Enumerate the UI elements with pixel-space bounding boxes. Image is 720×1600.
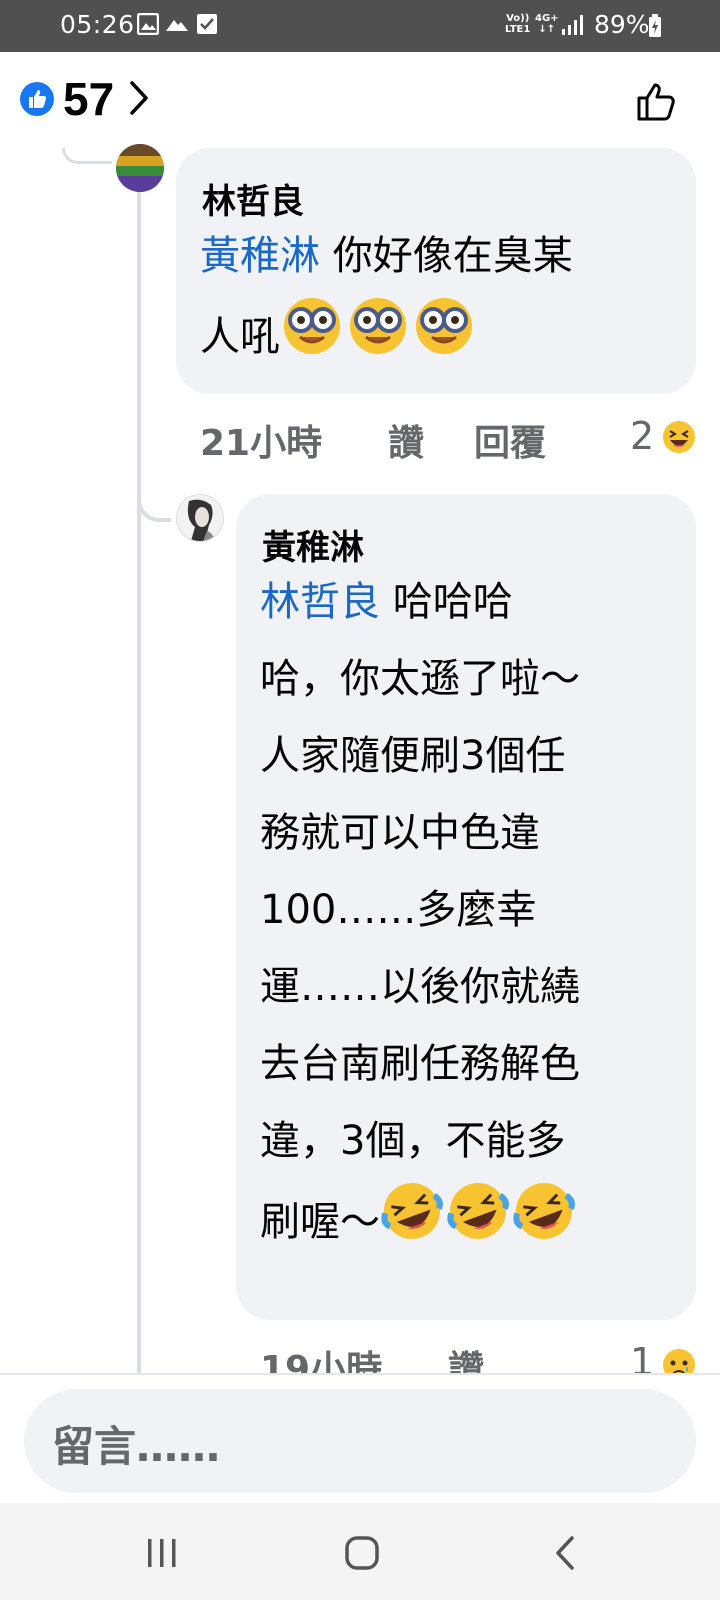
recent-apps-button[interactable] [146, 1539, 178, 1571]
comment-line: 人家隨便刷3個任 [260, 733, 566, 779]
like-reaction-icon [20, 82, 54, 116]
volte-top-text: Vo)) [506, 13, 530, 24]
data-arrows-text: ↓↑ [538, 24, 556, 35]
comment-line-text: 人吼 [200, 314, 280, 360]
thread-connector-reply [137, 488, 171, 522]
comment-line-text: 哈哈哈 [380, 579, 513, 625]
avatar[interactable] [116, 144, 164, 192]
reaction-count[interactable]: 2 [630, 414, 654, 458]
nerd-face-emoji-group [280, 295, 478, 383]
comment-like-button[interactable]: 讚 [388, 414, 424, 466]
comment-input[interactable]: 留言…… [24, 1389, 696, 1493]
comment-reply-button[interactable]: 回覆 [474, 414, 546, 466]
system-nav-bar [0, 1503, 720, 1600]
status-bar: 05:26 Vo)) LTE1 4G+ ↓↑ 89% [0, 0, 720, 52]
chevron-right-icon[interactable] [128, 80, 150, 120]
like-thumb-button[interactable] [636, 79, 680, 127]
rolling-laughing-icon [513, 1183, 575, 1239]
back-button[interactable] [554, 1535, 576, 1575]
comment-line-text: 你好像在臭某 [320, 233, 573, 279]
comment-text: 林哲良 哈哈哈 哈，你太遜了啦～ 人家隨便刷3個任 務就可以中色違 100……多… [260, 564, 690, 1268]
comment-line: 黃稚淋 你好像在臭某 [200, 218, 686, 295]
comment-bubble[interactable]: 林哲良 黃稚淋 你好像在臭某 人吼 [176, 148, 696, 394]
comment-line: 人吼 [200, 295, 686, 383]
nerd-face-icon [350, 298, 406, 354]
comment-line: 100……多麼幸 [260, 887, 537, 933]
comment-bubble[interactable]: 黃稚淋 林哲良 哈哈哈 哈，你太遜了啦～ 人家隨便刷3個任 務就可以中色違 10… [236, 494, 696, 1320]
rolling-laughing-emoji-group [380, 1180, 578, 1268]
signal-icon [561, 13, 585, 41]
check-box-icon [196, 13, 218, 39]
data-indicator: 4G+ ↓↑ [535, 13, 559, 35]
reactions-header: 57 [0, 52, 720, 148]
nerd-face-icon [284, 298, 340, 354]
comment-author[interactable]: 林哲良 [202, 174, 304, 223]
mention-link[interactable]: 黃稚淋 [200, 233, 320, 279]
like-count[interactable]: 57 [63, 72, 114, 126]
comment-line: 務就可以中色違 [260, 810, 540, 856]
comment-line: 刷喔～ [260, 1180, 690, 1268]
mountain-icon [165, 13, 189, 39]
comment-text: 黃稚淋 你好像在臭某 人吼 [200, 218, 686, 383]
comment-line: 違，3個，不能多 [260, 1118, 566, 1164]
gallery-icon [136, 12, 160, 39]
battery-charging-icon [648, 14, 662, 42]
comment-author[interactable]: 黃稚淋 [262, 520, 364, 569]
comment-line: 哈，你太遜了啦～ [260, 656, 580, 702]
comment-line: 運……以後你就繞 [260, 964, 580, 1010]
nerd-face-icon [416, 298, 472, 354]
status-time: 05:26 [60, 10, 135, 39]
rolling-laughing-icon [447, 1183, 509, 1239]
home-button[interactable] [345, 1536, 379, 1574]
thread-line-vertical [137, 176, 141, 1373]
thread-connector-top [62, 148, 112, 164]
data-type-text: 4G+ [535, 13, 559, 24]
volte-indicator: Vo)) LTE1 [505, 13, 530, 35]
rolling-laughing-icon [381, 1183, 443, 1239]
comment-timestamp[interactable]: 21小時 [200, 414, 322, 466]
volte-bottom-text: LTE1 [505, 24, 531, 35]
battery-percent: 89% [594, 10, 650, 39]
comment-composer-area: 留言…… [0, 1373, 720, 1503]
comment-line: 去台南刷任務解色 [260, 1041, 580, 1087]
avatar[interactable] [176, 494, 224, 542]
mention-link[interactable]: 林哲良 [260, 579, 380, 625]
haha-reaction-icon[interactable] [662, 420, 696, 458]
comment-line: 林哲良 哈哈哈 [260, 564, 690, 641]
comment-input-placeholder: 留言…… [52, 1422, 221, 1471]
comment-line-text: 刷喔～ [260, 1199, 380, 1245]
